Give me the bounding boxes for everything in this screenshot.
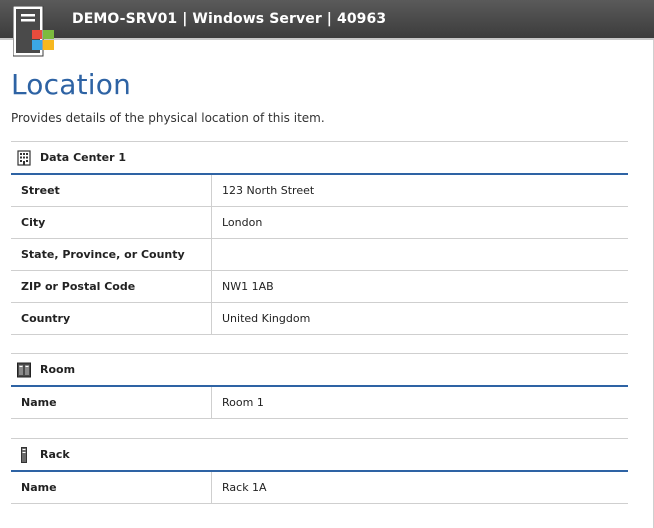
field-label: ZIP or Postal Code	[11, 271, 212, 302]
table-row: Country United Kingdom	[11, 303, 628, 335]
page-title: Location	[11, 68, 132, 101]
rack-header: Rack	[11, 438, 628, 472]
page-description: Provides details of the physical locatio…	[11, 111, 325, 125]
table-row: Name Rack 1A	[11, 472, 628, 504]
windows-server-icon	[13, 6, 54, 57]
rack-icon	[21, 446, 27, 463]
field-value: Rack 1A	[222, 481, 267, 494]
server-room-icon	[17, 362, 31, 377]
field-label: Country	[11, 303, 212, 334]
table-row: Name Room 1	[11, 387, 628, 419]
table-row: ZIP or Postal Code NW1 1AB	[11, 271, 628, 303]
room-section: Room Name Room 1	[11, 353, 628, 419]
field-value	[212, 239, 628, 270]
rack-section: Rack Name Rack 1A	[11, 438, 628, 504]
item-title: DEMO-SRV01 | Windows Server | 40963	[72, 11, 387, 27]
rack-title: Rack	[40, 448, 70, 461]
table-row: City London	[11, 207, 628, 239]
field-value: 123 North Street	[222, 184, 315, 197]
room-title: Room	[40, 363, 76, 376]
field-label: State, Province, or County	[11, 239, 212, 270]
field-label: Name	[11, 387, 212, 418]
field-value: Room 1	[222, 396, 264, 409]
datacenter-section: Data Center 1 Street 123 North Street Ci…	[11, 141, 628, 335]
field-label: Name	[11, 472, 212, 503]
field-value: United Kingdom	[222, 312, 311, 325]
field-label: City	[11, 207, 212, 238]
building-icon	[17, 149, 31, 166]
datacenter-title: Data Center 1	[40, 151, 127, 164]
datacenter-header: Data Center 1	[11, 141, 628, 175]
table-row: Street 123 North Street	[11, 175, 628, 207]
field-value: NW1 1AB	[222, 280, 274, 293]
table-row: State, Province, or County	[11, 239, 628, 271]
field-label: Street	[11, 175, 212, 206]
top-bar: DEMO-SRV01 | Windows Server | 40963	[0, 0, 654, 40]
field-value: London	[222, 216, 263, 229]
room-header: Room	[11, 353, 628, 387]
